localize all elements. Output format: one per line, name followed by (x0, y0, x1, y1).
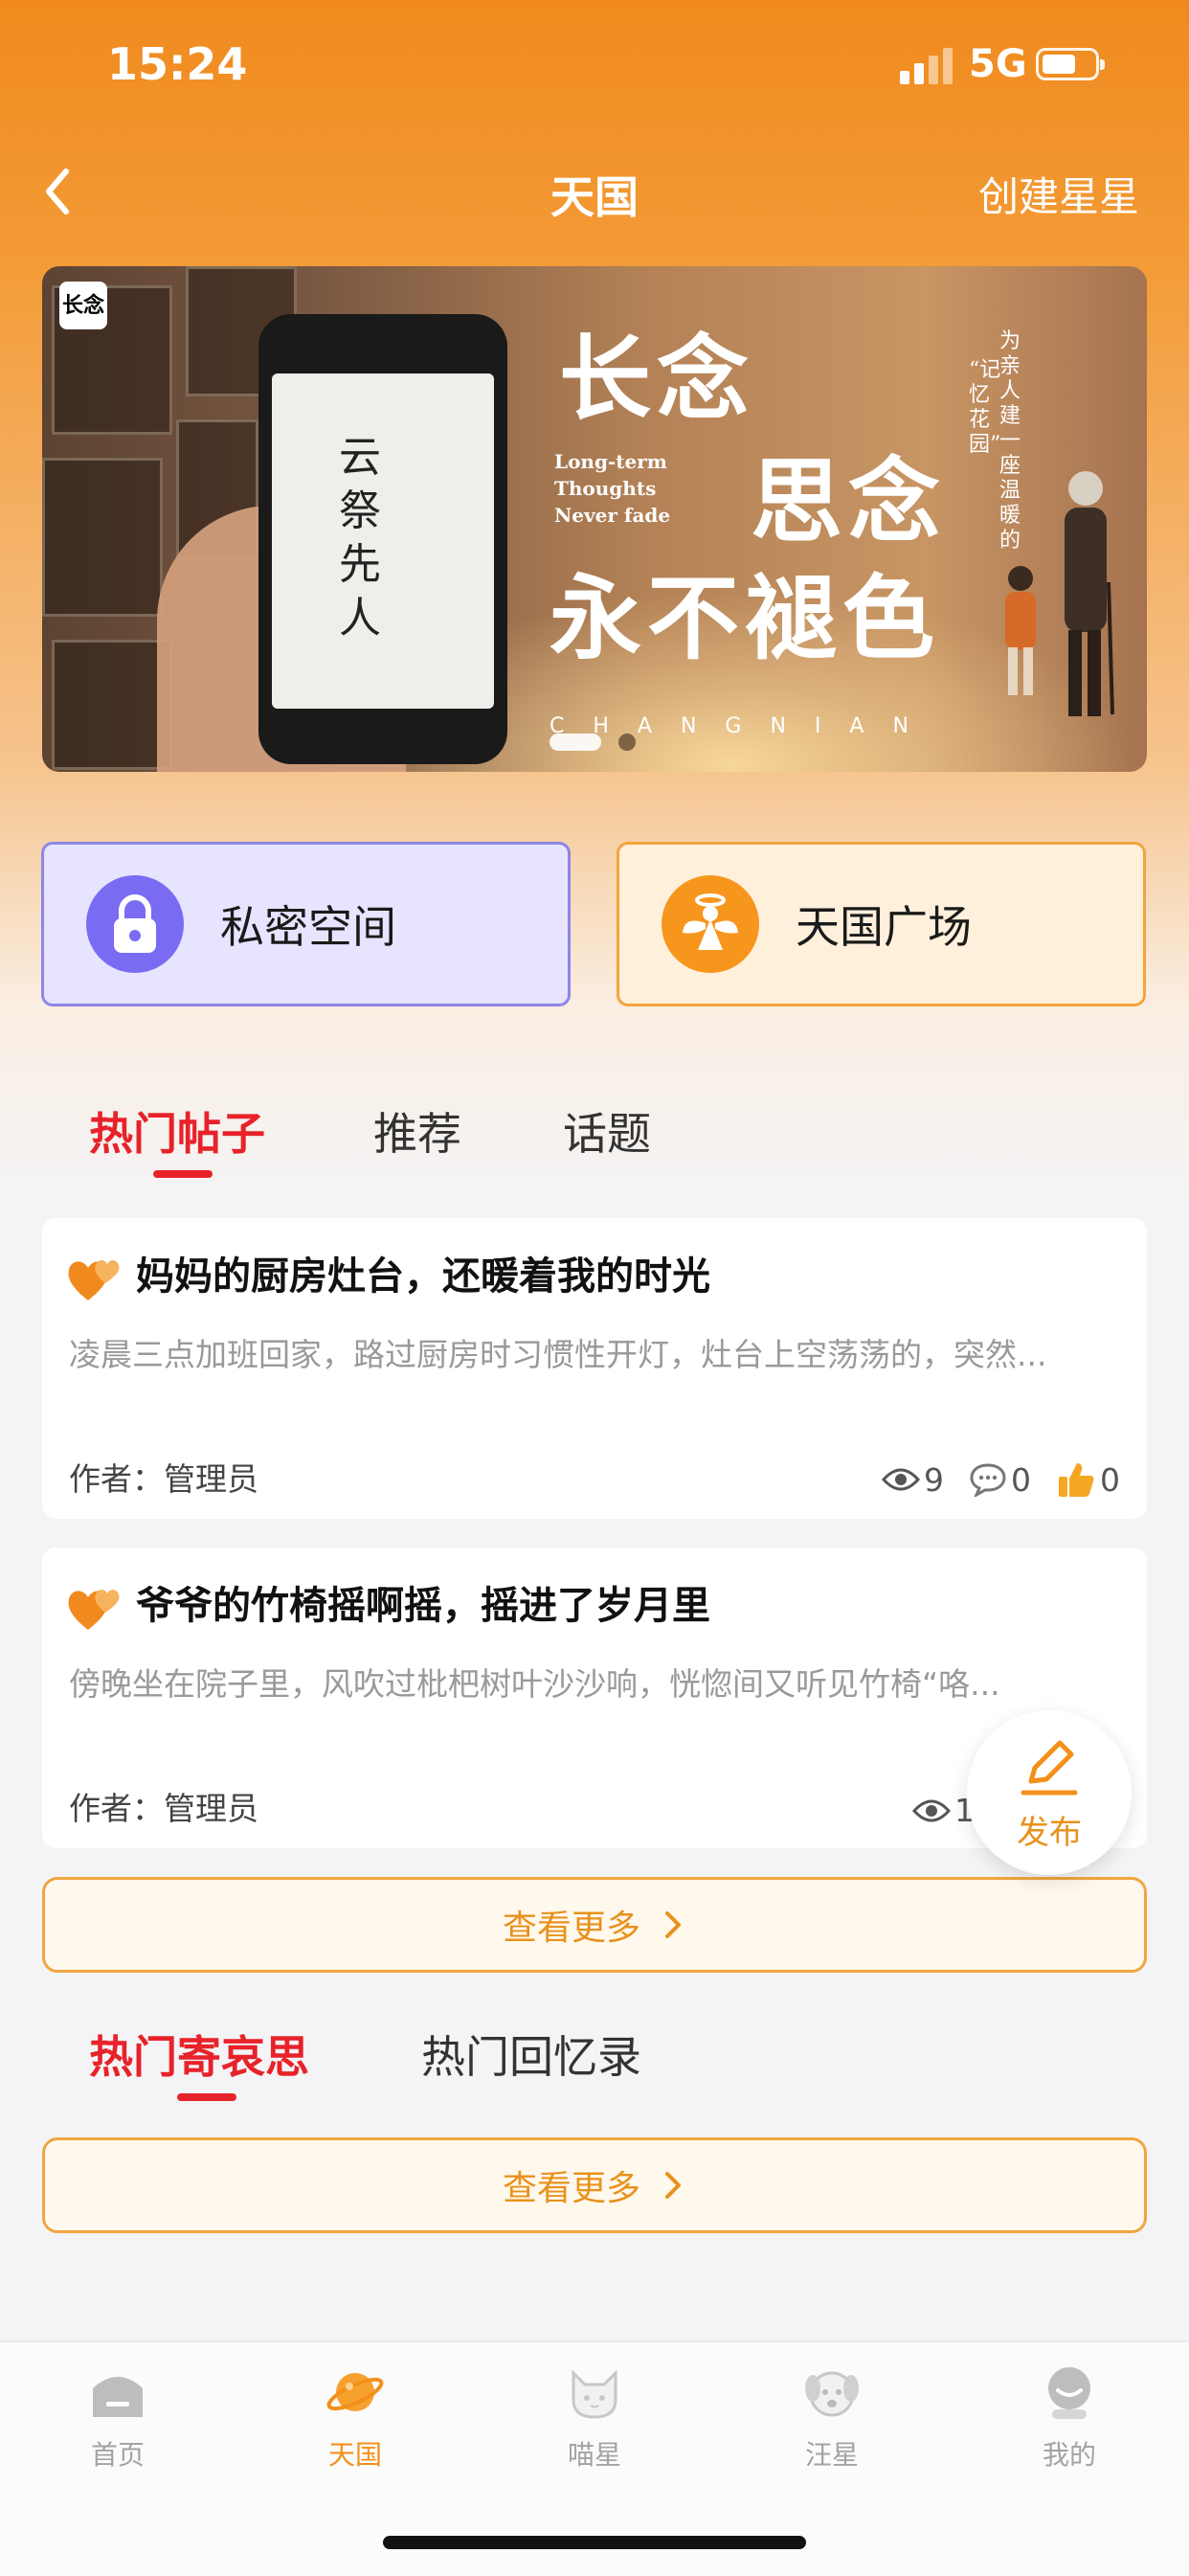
post-excerpt: 傍晚坐在院子里，风吹过枇杷树叶沙沙响，恍惚间又听见竹椅“咯... (69, 1665, 1000, 1703)
status-time: 15:24 (107, 38, 248, 90)
publish-fab[interactable]: 发布 (967, 1710, 1132, 1875)
banner-adult-figure (1065, 471, 1114, 716)
views-stat: 9 (882, 1461, 944, 1499)
post-author: 作者：管理员 (69, 1790, 258, 1827)
battery-icon (1036, 48, 1105, 80)
banner-logo: 长念 (59, 282, 107, 329)
post-stats: 1 (887, 1792, 975, 1829)
tab-hot-posts[interactable]: 热门帖子 (89, 1099, 265, 1163)
hearts-icon (68, 1259, 120, 1300)
network-type: 5G (969, 42, 1027, 86)
post-excerpt: 凌晨三点加班回家，路过厨房时习惯性开灯，灶台上空荡荡的，突然... (69, 1336, 1047, 1373)
eye-icon (882, 1468, 920, 1491)
pencil-icon (1021, 1740, 1078, 1795)
create-star-button[interactable]: 创建星星 (978, 165, 1139, 223)
carousel-dot-active (550, 734, 601, 751)
banner-headline-3: 永不褪色 (550, 564, 940, 672)
tab-topics[interactable]: 话题 (563, 1099, 651, 1163)
banner-headline-1: 长念 (559, 325, 754, 433)
tabbar-label: 喵星 (567, 2439, 621, 2471)
banner-english: Long-term Thoughts Never fade (554, 450, 671, 527)
angel-icon (662, 875, 759, 973)
heaven-plaza-label: 天国广场 (796, 901, 972, 953)
view-more-label: 查看更多 (502, 1909, 640, 1948)
publish-label: 发布 (1017, 1813, 1082, 1852)
signal-icon (900, 46, 953, 84)
likes-count: 0 (1100, 1460, 1120, 1499)
banner-phone: 云祭先人 (258, 314, 507, 764)
likes-stat[interactable]: 0 (1056, 1459, 1120, 1500)
banner-carousel[interactable]: 云祭先人 长念 长念 Long-term Thoughts Never fade… (42, 266, 1147, 772)
banner-phone-text: 云祭先人 (339, 433, 381, 643)
tab-active-underline (153, 1170, 213, 1178)
tabbar-label: 我的 (1042, 2439, 1096, 2471)
post-author: 作者：管理员 (69, 1460, 258, 1498)
tabbar-item-mine[interactable]: 我的 (998, 2361, 1141, 2473)
carousel-dot (618, 734, 636, 751)
comments-stat[interactable]: 0 (969, 1461, 1031, 1499)
hearts-icon (68, 1589, 120, 1630)
post-title: 妈妈的厨房灶台，还暖着我的时光 (136, 1254, 710, 1299)
views-stat: 1 (912, 1792, 975, 1829)
tabbar-item-home[interactable]: 首页 (46, 2361, 190, 2473)
banner-side-text-2: “记忆花园” (969, 358, 1001, 457)
banner-headline-2: 思念 (751, 447, 946, 555)
private-space-card[interactable]: 私密空间 (41, 842, 571, 1006)
home-icon (93, 2377, 143, 2417)
tabbar-label: 天国 (327, 2439, 382, 2471)
dog-icon (805, 2371, 859, 2417)
view-more-condolences-button[interactable]: 查看更多 (42, 2137, 1147, 2233)
banner-child-figure (1005, 566, 1036, 695)
private-space-label: 私密空间 (220, 901, 396, 953)
tab-hot-condolences[interactable]: 热门寄哀思 (89, 2022, 309, 2086)
tab-hot-memoirs[interactable]: 热门回忆录 (421, 2022, 641, 2086)
banner-side-text: 为亲人建一座温暖的 (999, 329, 1021, 553)
post-card[interactable]: 妈妈的厨房灶台，还暖着我的时光 凌晨三点加班回家，路过厨房时习惯性开灯，灶台上空… (42, 1218, 1147, 1519)
heaven-plaza-card[interactable]: 天国广场 (617, 842, 1146, 1006)
post-stats: 9 0 0 (857, 1459, 1120, 1500)
user-icon (1048, 2367, 1090, 2419)
views-count: 9 (924, 1460, 944, 1499)
view-more-posts-button[interactable]: 查看更多 (42, 1877, 1147, 1973)
chevron-right-icon (665, 2172, 681, 2199)
tabbar-item-dog-star[interactable]: 汪星 (760, 2361, 904, 2473)
eye-icon (912, 1799, 951, 1821)
tab-active-underline (177, 2093, 236, 2101)
tabbar-item-cat-star[interactable]: 喵星 (523, 2361, 666, 2473)
tab-recommend[interactable]: 推荐 (373, 1099, 461, 1163)
chevron-right-icon (665, 1911, 681, 1938)
tabbar-label: 汪星 (804, 2439, 859, 2471)
lock-icon (86, 875, 184, 973)
tabbar-item-heaven[interactable]: 天国 (283, 2361, 427, 2473)
cat-icon (572, 2369, 617, 2419)
thumbs-up-icon (1059, 1463, 1094, 1497)
banner-brand-spaced: CHANGNIAN (550, 714, 937, 738)
post-title: 爷爷的竹椅摇啊摇，摇进了岁月里 (136, 1584, 710, 1628)
view-more-label: 查看更多 (502, 2169, 640, 2208)
tabbar-label: 首页 (90, 2439, 145, 2471)
home-indicator (383, 2536, 806, 2549)
comments-count: 0 (1011, 1460, 1031, 1499)
planet-icon (326, 2373, 384, 2411)
comment-icon (970, 1463, 1006, 1497)
